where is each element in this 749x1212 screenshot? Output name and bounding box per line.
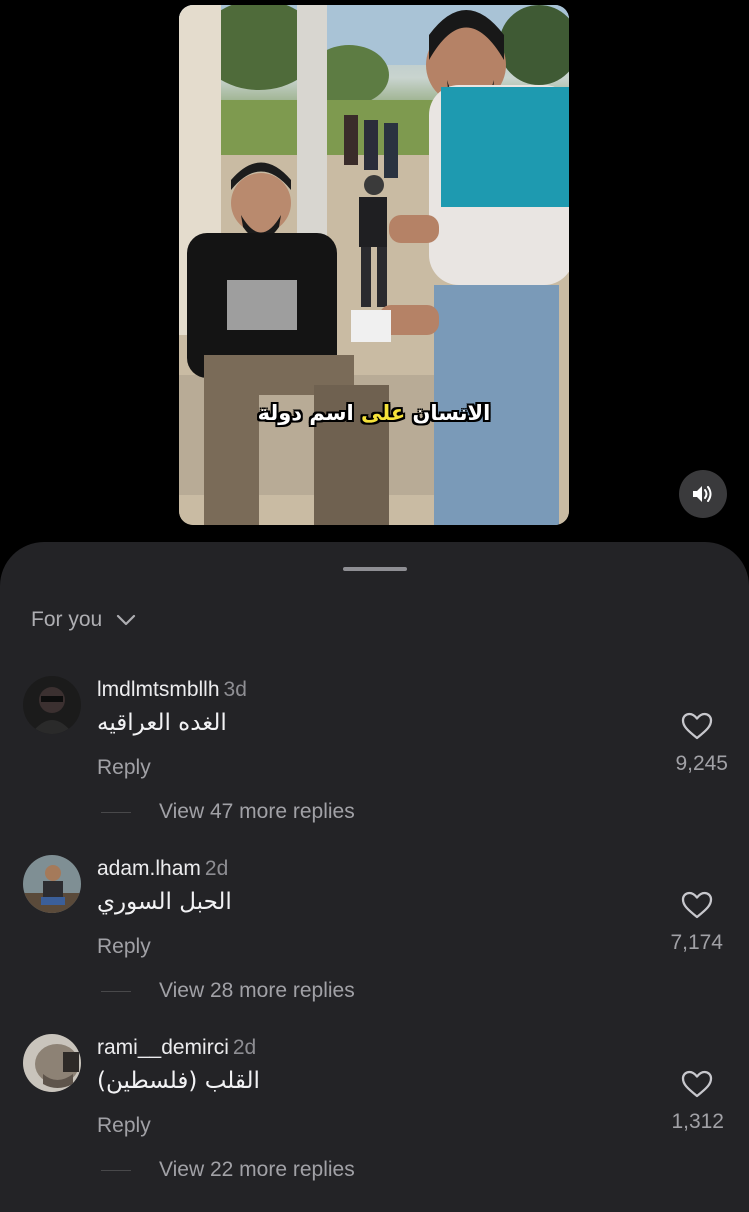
video-caption: الانسان على اسم دولة [179, 401, 569, 425]
avatar[interactable] [23, 676, 81, 734]
divider [101, 1169, 131, 1171]
heart-icon [681, 1070, 713, 1098]
reply-button[interactable]: Reply [97, 756, 151, 780]
sheet-drag-handle[interactable] [343, 567, 407, 571]
video-frame [179, 5, 569, 525]
comment-text: الحبل السوري [97, 889, 232, 915]
heart-icon [681, 712, 713, 740]
sound-toggle-button[interactable] [679, 470, 727, 518]
divider [101, 811, 131, 813]
comment-username[interactable]: lmdlmtsmbllh [97, 678, 220, 701]
like-button[interactable] [667, 712, 727, 740]
comment-username[interactable]: rami__demirci [97, 1036, 229, 1059]
like-count: 1,312 [671, 1110, 724, 1133]
video-player[interactable]: الانسان على اسم دولة [179, 5, 569, 525]
comment-time: 2d [204, 857, 229, 880]
like-count: 9,245 [675, 752, 728, 775]
like-button[interactable] [667, 1070, 727, 1098]
caption-text-2: اسم دولة [257, 401, 361, 425]
comment-text: القلب (فلسطين) [97, 1068, 260, 1094]
comment-time: 2d [232, 1036, 257, 1059]
like-count: 7,174 [670, 931, 723, 954]
reply-button[interactable]: Reply [97, 935, 151, 959]
avatar[interactable] [23, 855, 81, 913]
comment-header: lmdlmtsmbllh 3d [97, 678, 247, 702]
view-replies-label: View 47 more replies [159, 800, 355, 823]
comment-item: adam.lham 2d الحبل السوري Reply View 28 m… [0, 855, 749, 1025]
view-replies-label: View 22 more replies [159, 1158, 355, 1181]
comment-header: adam.lham 2d [97, 857, 228, 881]
view-replies-label: View 28 more replies [159, 979, 355, 1002]
comments-sheet: For you lmdlmtsmbllh 3d الغده العراقيه Re… [0, 542, 749, 1212]
view-replies-button[interactable]: View 47 more replies [101, 800, 355, 824]
comment-username[interactable]: adam.lham [97, 857, 201, 880]
like-button[interactable] [667, 891, 727, 919]
comment-filter-dropdown[interactable]: For you [31, 608, 136, 632]
comment-item: rami__demirci 2d القلب (فلسطين) Reply Vie… [0, 1034, 749, 1204]
chevron-down-icon [117, 614, 136, 626]
comment-text: الغده العراقيه [97, 710, 227, 736]
divider [101, 990, 131, 992]
filter-label: For you [31, 608, 103, 631]
caption-highlight: على [361, 401, 406, 425]
avatar[interactable] [23, 1034, 81, 1092]
reply-button[interactable]: Reply [97, 1114, 151, 1138]
heart-icon [681, 891, 713, 919]
comment-time: 3d [223, 678, 247, 701]
view-replies-button[interactable]: View 28 more replies [101, 979, 355, 1003]
comment-header: rami__demirci 2d [97, 1036, 256, 1060]
comment-item: lmdlmtsmbllh 3d الغده العراقيه Reply View… [0, 676, 749, 846]
caption-text-1: الانسان [405, 401, 491, 425]
view-replies-button[interactable]: View 22 more replies [101, 1158, 355, 1182]
speaker-icon [693, 486, 712, 502]
